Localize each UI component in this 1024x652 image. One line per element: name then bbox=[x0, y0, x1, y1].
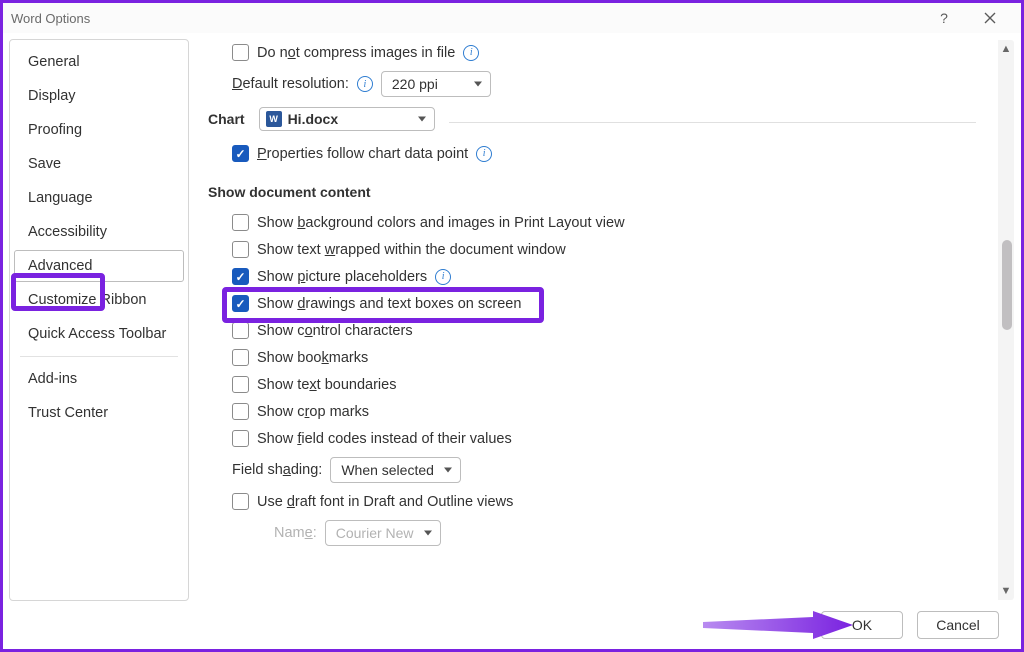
label-show-wrap: Show text wrapped within the document wi… bbox=[257, 242, 566, 258]
checkbox-show-placeholders[interactable] bbox=[232, 268, 249, 285]
label-show-bg: Show background colors and images in Pri… bbox=[257, 215, 625, 231]
row-show-crop: Show crop marks bbox=[232, 403, 976, 420]
checkbox-show-textbound[interactable] bbox=[232, 376, 249, 393]
word-doc-icon bbox=[266, 111, 282, 127]
chart-doc-value: Hi.docx bbox=[288, 111, 339, 127]
label-chart-properties: Properties follow chart data point bbox=[257, 146, 468, 162]
help-button[interactable]: ? bbox=[921, 3, 967, 33]
row-compress-images: Do not compress images in file bbox=[232, 44, 976, 61]
dialog-footer: OK Cancel bbox=[3, 601, 1021, 649]
row-show-ctrl: Show control characters bbox=[232, 322, 976, 339]
label-show-ctrl: Show control characters bbox=[257, 323, 413, 339]
section-rule bbox=[449, 122, 976, 123]
checkbox-show-crop[interactable] bbox=[232, 403, 249, 420]
row-default-resolution: Default resolution: 220 ppi bbox=[232, 71, 976, 97]
checkbox-show-fieldcodes[interactable] bbox=[232, 430, 249, 447]
checkbox-show-wrap[interactable] bbox=[232, 241, 249, 258]
dropdown-default-resolution[interactable]: 220 ppi bbox=[381, 71, 491, 97]
dialog-title: Word Options bbox=[11, 11, 921, 26]
ok-button[interactable]: OK bbox=[821, 611, 903, 639]
advanced-content: Do not compress images in file Default r… bbox=[196, 40, 998, 600]
label-show-bookmarks: Show bookmarks bbox=[257, 350, 368, 366]
sidebar-item-save[interactable]: Save bbox=[14, 148, 184, 180]
row-show-wrap: Show text wrapped within the document wi… bbox=[232, 241, 976, 258]
main-area: General Display Proofing Save Language A… bbox=[3, 33, 1021, 601]
row-show-drawings: Show drawings and text boxes on screen bbox=[232, 295, 976, 312]
row-show-textbound: Show text boundaries bbox=[232, 376, 976, 393]
row-show-fieldcodes: Show field codes instead of their values bbox=[232, 430, 976, 447]
row-draft-name: Name: Courier New bbox=[274, 520, 976, 546]
dropdown-chart-document[interactable]: Hi.docx bbox=[259, 107, 435, 131]
cancel-button[interactable]: Cancel bbox=[917, 611, 999, 639]
label-show-fieldcodes: Show field codes instead of their values bbox=[257, 431, 512, 447]
sidebar-item-customize-ribbon[interactable]: Customize Ribbon bbox=[14, 284, 184, 316]
content-panel: Do not compress images in file Default r… bbox=[195, 39, 1015, 601]
section-header-chart: Chart Hi.docx bbox=[208, 107, 976, 131]
sidebar-item-accessibility[interactable]: Accessibility bbox=[14, 216, 184, 248]
scrollbar-thumb[interactable] bbox=[1002, 240, 1012, 330]
word-options-dialog: Word Options ? General Display Proofing … bbox=[0, 0, 1024, 652]
label-field-shading: Field shading: bbox=[232, 462, 322, 478]
sidebar-item-trust-center[interactable]: Trust Center bbox=[14, 397, 184, 429]
label-show-placeholders: Show picture placeholders bbox=[257, 269, 427, 285]
label-use-draft: Use draft font in Draft and Outline view… bbox=[257, 494, 513, 510]
label-default-resolution: Default resolution: bbox=[232, 76, 349, 92]
label-draft-name: Name: bbox=[274, 525, 317, 541]
section-header-show-content: Show document content bbox=[208, 184, 976, 200]
close-button[interactable] bbox=[967, 3, 1013, 33]
sidebar-item-advanced[interactable]: Advanced bbox=[14, 250, 184, 282]
sidebar-item-general[interactable]: General bbox=[14, 46, 184, 78]
label-show-textbound: Show text boundaries bbox=[257, 377, 396, 393]
dropdown-draft-name: Courier New bbox=[325, 520, 441, 546]
sidebar-separator bbox=[20, 356, 178, 357]
checkbox-compress-images[interactable] bbox=[232, 44, 249, 61]
checkbox-show-bg[interactable] bbox=[232, 214, 249, 231]
info-icon[interactable] bbox=[435, 269, 451, 285]
sidebar-item-addins[interactable]: Add-ins bbox=[14, 363, 184, 395]
titlebar: Word Options ? bbox=[3, 3, 1021, 33]
section-title-chart: Chart bbox=[208, 111, 245, 127]
label-show-drawings: Show drawings and text boxes on screen bbox=[257, 296, 521, 312]
row-chart-properties: Properties follow chart data point bbox=[232, 145, 976, 162]
label-show-crop: Show crop marks bbox=[257, 404, 369, 420]
vertical-scrollbar[interactable]: ▲ ▼ bbox=[998, 40, 1014, 600]
sidebar-item-quick-access[interactable]: Quick Access Toolbar bbox=[14, 318, 184, 350]
label-compress-images: Do not compress images in file bbox=[257, 45, 455, 61]
info-icon[interactable] bbox=[476, 146, 492, 162]
scroll-down-arrow-icon[interactable]: ▼ bbox=[998, 582, 1014, 600]
sidebar: General Display Proofing Save Language A… bbox=[9, 39, 189, 601]
checkbox-chart-properties[interactable] bbox=[232, 145, 249, 162]
scroll-up-arrow-icon[interactable]: ▲ bbox=[998, 40, 1014, 58]
close-icon bbox=[984, 12, 996, 24]
row-show-placeholders: Show picture placeholders bbox=[232, 268, 976, 285]
row-field-shading: Field shading: When selected bbox=[232, 457, 976, 483]
checkbox-show-drawings[interactable] bbox=[232, 295, 249, 312]
info-icon[interactable] bbox=[463, 45, 479, 61]
checkbox-use-draft[interactable] bbox=[232, 493, 249, 510]
info-icon[interactable] bbox=[357, 76, 373, 92]
sidebar-item-proofing[interactable]: Proofing bbox=[14, 114, 184, 146]
row-show-bg: Show background colors and images in Pri… bbox=[232, 214, 976, 231]
sidebar-item-display[interactable]: Display bbox=[14, 80, 184, 112]
sidebar-item-language[interactable]: Language bbox=[14, 182, 184, 214]
dropdown-field-shading[interactable]: When selected bbox=[330, 457, 461, 483]
checkbox-show-bookmarks[interactable] bbox=[232, 349, 249, 366]
row-use-draft: Use draft font in Draft and Outline view… bbox=[232, 493, 976, 510]
checkbox-show-ctrl[interactable] bbox=[232, 322, 249, 339]
row-show-bookmarks: Show bookmarks bbox=[232, 349, 976, 366]
